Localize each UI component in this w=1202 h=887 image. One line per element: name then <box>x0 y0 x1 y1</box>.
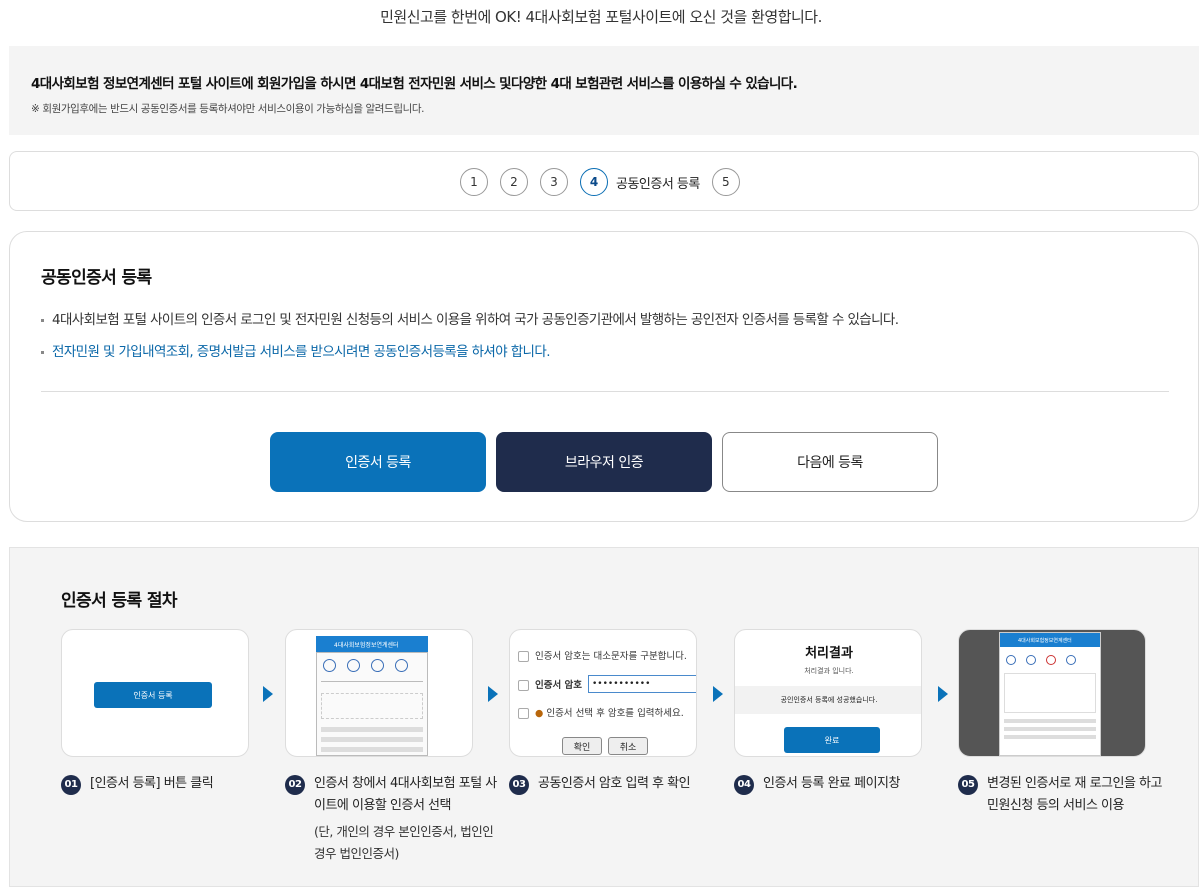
register-cert-button[interactable]: 인증서 등록 <box>270 432 486 492</box>
thumb-result-sub: 처리결과 입니다. <box>804 667 854 675</box>
step-1-thumbnail: 인증서 등록 <box>61 629 249 757</box>
thumb-result-title: 처리결과 <box>805 646 853 661</box>
step-number-badge: 02 <box>285 775 305 795</box>
bullet-dot <box>41 350 44 354</box>
drive-icon <box>395 659 408 672</box>
register-later-button[interactable]: 다음에 등록 <box>722 432 938 492</box>
step-3-text: 공동인증서 암호 입력 후 확인 <box>538 776 691 791</box>
browser-cert-button[interactable]: 브라우저 인증 <box>496 432 712 492</box>
thumb-done-button: 완료 <box>784 727 880 753</box>
card-bullet-1: 4대사회보험 포털 사이트의 인증서 로그인 및 전자민원 신청등의 서비스 이… <box>41 308 899 328</box>
step-4-text: 인증서 등록 완료 페이지창 <box>763 776 900 791</box>
bullet-dot <box>41 318 44 322</box>
procedure-title: 인증서 등록 절차 <box>61 591 178 611</box>
arrow-right-icon <box>488 686 498 702</box>
thumb-pw-field: ••••••••••• <box>588 675 696 693</box>
bullet-1-text: 4대사회보험 포털 사이트의 인증서 로그인 및 전자민원 신청등의 서비스 이… <box>52 312 899 328</box>
divider <box>41 391 1169 392</box>
thumb-result-message: 공인인증서 등록에 성공했습니다. <box>735 686 921 714</box>
welcome-title: 민원신고를 한번에 OK! 4대사회보험 포털사이트에 오신 것을 환영합니다. <box>380 8 822 26</box>
step-number-badge: 04 <box>734 775 754 795</box>
notice-main: 4대사회보험 정보연계센터 포털 사이트에 회원가입을 하시면 4대보험 전자민… <box>31 76 798 92</box>
notice-box: 4대사회보험 정보연계센터 포털 사이트에 회원가입을 하시면 4대보험 전자민… <box>9 46 1199 135</box>
step-1-text: [인증서 등록] 버튼 클릭 <box>90 776 214 791</box>
arrow-right-icon <box>263 686 273 702</box>
cert-register-card: 공동인증서 등록 4대사회보험 포털 사이트의 인증서 로그인 및 전자민원 신… <box>9 231 1199 522</box>
notice-sub: ※ 회원가입후에는 반드시 공동인증서를 등록하셔야만 서비스이용이 가능하심을… <box>31 103 425 115</box>
drive-icon <box>323 659 336 672</box>
thumb-cert-panel <box>316 652 428 756</box>
step-2-text: 인증서 창에서 4대사회보험 포털 사이트에 이용할 인증서 선택 <box>314 776 497 813</box>
step-4-thumbnail: 처리결과 처리결과 입니다. 공인인증서 등록에 성공했습니다. 완료 <box>734 629 922 757</box>
step-5-text: 변경된 인증서로 재 로그인을 하고 민원신청 등의 서비스 이용 <box>987 776 1162 813</box>
thumb-pw-hint: 인증서 암호는 대소문자를 구분합니다. <box>518 648 687 662</box>
drive-icon <box>1066 655 1076 665</box>
step-5: 5 <box>711 168 740 196</box>
step-indicator: 1 2 3 4 공동인증서 등록 5 <box>9 151 1199 211</box>
drive-icon <box>1046 655 1056 665</box>
thumb-pw-warning: ● 인증서 선택 후 암호를 입력하세요. <box>518 705 684 719</box>
step-4-active: 4 <box>580 168 608 196</box>
drive-icon <box>371 659 384 672</box>
arrow-right-icon <box>713 686 723 702</box>
thumb-window-header: 4대사회보험정보연계센터 <box>1000 633 1100 647</box>
card-title: 공동인증서 등록 <box>41 268 152 288</box>
step-2-text-wrap: 인증서 창에서 4대사회보험 포털 사이트에 이용할 인증서 선택 (단, 개인… <box>314 773 504 865</box>
step-2-thumbnail: 4대사회보험정보연계센터 <box>285 629 473 757</box>
thumb-pw-label: 인증서 암호 <box>518 677 582 691</box>
drive-icon <box>1026 655 1036 665</box>
step-3-thumbnail: 인증서 암호는 대소문자를 구분합니다. 인증서 암호 ••••••••••• … <box>509 629 697 757</box>
step-5-thumbnail: 4대사회보험정보연계센터 <box>958 629 1146 757</box>
thumb-cancel-button: 취소 <box>608 737 648 755</box>
thumb-register-button: 인증서 등록 <box>94 682 212 708</box>
active-step-label: 공동인증서 등록 <box>616 176 700 192</box>
drive-icon <box>347 659 360 672</box>
procedure-section: 인증서 등록 절차 인증서 등록 4대사회보험정보연계센터 인증서 암호는 대소… <box>9 547 1199 887</box>
step-number-badge: 03 <box>509 775 529 795</box>
arrow-right-icon <box>938 686 948 702</box>
step-2: 2 <box>500 168 528 196</box>
step-2-note: (단, 개인의 경우 본인인증서, 법인인경우 법인인증서) <box>314 824 494 861</box>
drive-icon <box>1006 655 1016 665</box>
step-3: 3 <box>540 168 568 196</box>
thumb-relogin-window: 4대사회보험정보연계센터 <box>999 632 1101 756</box>
thumb-ok-button: 확인 <box>562 737 602 755</box>
bullet-2-text: 전자민원 및 가입내역조회, 증명서발급 서비스를 받으시려면 공동인증서등록을… <box>52 344 551 360</box>
card-bullet-2: 전자민원 및 가입내역조회, 증명서발급 서비스를 받으시려면 공동인증서등록을… <box>41 340 551 360</box>
step-1: 1 <box>460 168 488 196</box>
step-number-badge: 05 <box>958 775 978 795</box>
step-number-badge: 01 <box>61 775 81 795</box>
thumb-window-header: 4대사회보험정보연계센터 <box>316 636 428 652</box>
